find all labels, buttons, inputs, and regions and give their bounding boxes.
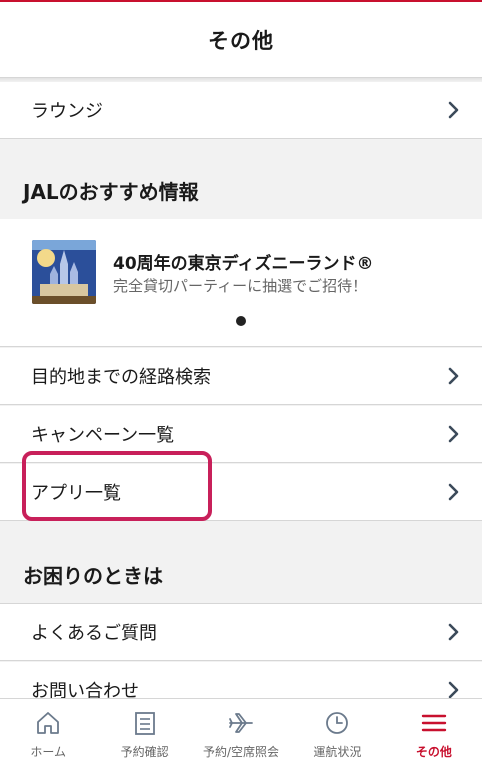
- menu-item-label: キャンペーン一覧: [31, 425, 175, 446]
- tab-label: その他: [415, 745, 452, 759]
- menu-item-label: アプリ一覧: [31, 483, 121, 504]
- home-icon: [37, 712, 60, 734]
- chevron-right-icon: [444, 483, 462, 501]
- tab-label: ホーム: [30, 745, 67, 759]
- menu-icon: [421, 714, 447, 732]
- chevron-right-icon: [444, 367, 462, 385]
- tab-home[interactable]: ホーム: [0, 699, 96, 763]
- menu-item-route-search[interactable]: 目的地までの経路検索: [0, 348, 482, 405]
- menu-item-label: 目的地までの経路検索: [31, 367, 211, 388]
- bottom-tab-bar: ホーム 予約確認 予約/空席照会 運航状況 その他: [0, 698, 482, 763]
- menu-item-label: よくあるご質問: [31, 623, 157, 644]
- menu-item-label: ラウンジ: [31, 101, 103, 122]
- page-title: その他: [208, 28, 274, 53]
- menu-item-lounge[interactable]: ラウンジ: [0, 82, 482, 139]
- tab-booking[interactable]: 予約/空席照会: [193, 699, 289, 763]
- tab-other[interactable]: その他: [386, 699, 482, 763]
- chevron-right-icon: [444, 101, 462, 119]
- promo-banner[interactable]: 40周年の東京ディズニーランド® 完全貸切パーティーに抽選でご招待！: [0, 219, 482, 347]
- chevron-right-icon: [444, 623, 462, 641]
- clock-icon: [326, 712, 349, 734]
- promo-title: 40周年の東京ディズニーランド®: [113, 254, 374, 274]
- section-title-help: お困りのときは: [0, 522, 482, 604]
- tab-label: 予約確認: [120, 745, 169, 759]
- menu-item-apps[interactable]: アプリ一覧: [0, 464, 482, 521]
- chevron-right-icon: [444, 425, 462, 443]
- tab-reservation[interactable]: 予約確認: [96, 699, 192, 763]
- tab-label: 予約/空席照会: [202, 745, 280, 759]
- section-title-recommend: JALのおすすめ情報: [0, 138, 482, 220]
- promo-thumbnail: [32, 240, 96, 304]
- airplane-icon: [229, 713, 253, 733]
- section-title-text: お困りのときは: [23, 564, 163, 588]
- menu-item-faq[interactable]: よくあるご質問: [0, 604, 482, 661]
- top-app-bar: その他: [0, 0, 482, 78]
- tab-flight-status[interactable]: 運航状況: [289, 699, 385, 763]
- tab-label: 運航状況: [313, 745, 362, 759]
- chevron-right-icon: [444, 681, 462, 699]
- menu-item-campaigns[interactable]: キャンペーン一覧: [0, 406, 482, 463]
- section-title-text: JALのおすすめ情報: [23, 180, 199, 204]
- carousel-indicator: [236, 316, 246, 326]
- list-icon: [134, 712, 155, 735]
- promo-subtitle: 完全貸切パーティーに抽選でご招待！: [113, 277, 368, 295]
